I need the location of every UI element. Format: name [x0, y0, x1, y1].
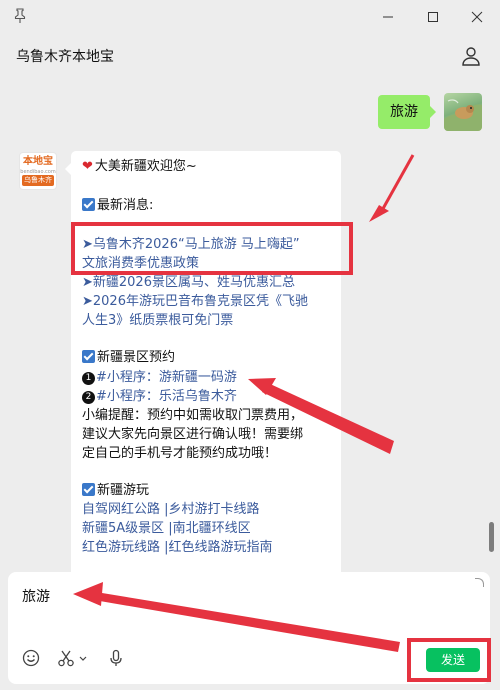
arrow-to-miniprogram: [248, 378, 394, 454]
annotation-arrows: [73, 154, 415, 652]
arrow-to-news: [369, 154, 415, 222]
arrow-to-input: [73, 582, 400, 652]
